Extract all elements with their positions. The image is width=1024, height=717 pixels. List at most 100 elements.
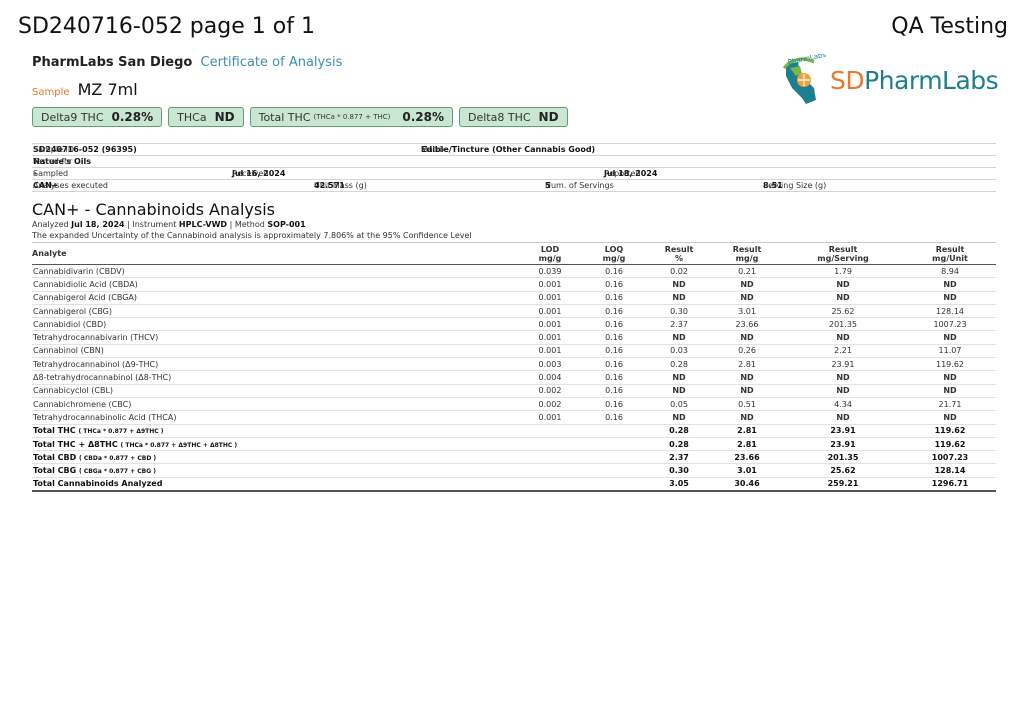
cell-result-pct: 0.30 bbox=[646, 304, 712, 319]
cell-result-unit: 1007.23 bbox=[904, 317, 996, 332]
table-row: Tetrahydrocannabinolic Acid (THCA) 0.001 0… bbox=[32, 410, 996, 425]
cell-analyte: Cannabinol (CBN) bbox=[32, 344, 518, 359]
cell-analyte: Total THC + Δ8THC ( THCa * 0.877 + Δ9THC… bbox=[32, 437, 518, 452]
logo-pharmlabs: PharmLabs bbox=[864, 66, 999, 95]
cell-result-mgg: 30.46 bbox=[712, 477, 782, 493]
cell-result-serving: 2.21 bbox=[782, 344, 904, 359]
cell-result-mgg: 0.51 bbox=[712, 397, 782, 412]
cell-analyte: Total CBG ( CBGa * 0.877 + CBG ) bbox=[32, 463, 518, 478]
cell-result-serving: 4.34 bbox=[782, 397, 904, 412]
col-result-pct: Result% bbox=[646, 242, 712, 265]
logo-sd: SD bbox=[830, 66, 865, 95]
instrument-label: Instrument bbox=[132, 220, 177, 229]
analyses-label: Analyses executed bbox=[33, 181, 108, 190]
col-result-serving: Result mg/Serving bbox=[782, 242, 904, 265]
cell-result-unit: ND bbox=[904, 370, 996, 385]
page-subtitle: QA Testing bbox=[891, 14, 1008, 39]
cell-result-pct: 2.37 bbox=[646, 450, 712, 465]
cell-loq: 0.16 bbox=[582, 410, 646, 425]
table-row: Cannabigerol Acid (CBGA) 0.001 0.16 ND ND ND N… bbox=[32, 291, 996, 305]
badge-formula: (THCa * 0.877 + THC) bbox=[313, 113, 391, 121]
cell-analyte: Tetrahydrocannabinol (Δ9-THC) bbox=[32, 357, 518, 372]
cell-result-pct: ND bbox=[646, 330, 712, 345]
cell-lod: 0.001 bbox=[518, 410, 582, 425]
cell-result-pct: ND bbox=[646, 291, 712, 305]
cell-result-unit: ND bbox=[904, 277, 996, 292]
analysis-title: CAN+ - Cannabinoids Analysis bbox=[32, 200, 275, 219]
cell-result-pct: 0.28 bbox=[646, 424, 712, 438]
cell-result-pct: ND bbox=[646, 370, 712, 385]
col-analyte: Analyte bbox=[32, 242, 518, 265]
cell-result-unit: 1007.23 bbox=[904, 450, 996, 465]
cell-result-mgg: 0.21 bbox=[712, 264, 782, 279]
table-row: Cannabigerol (CBG) 0.001 0.16 0.30 3.01 25.62… bbox=[32, 304, 996, 319]
cell-result-unit: 8.94 bbox=[904, 264, 996, 279]
cell-empty bbox=[582, 424, 646, 438]
total-formula: ( CBGa * 0.877 + CBG ) bbox=[78, 468, 156, 476]
cell-result-pct: ND bbox=[646, 384, 712, 398]
col-header-unit: mg/Serving bbox=[817, 253, 869, 263]
summary-badges: Delta9 THC 0.28% THCa ND Total THC (THCa… bbox=[32, 107, 568, 127]
col-header-unit: mg/g bbox=[538, 253, 562, 263]
lab-line: PharmLabs San Diego Certificate of Analy… bbox=[32, 55, 342, 70]
table-row: Cannabidiolic Acid (CBDA) 0.001 0.16 ND ND ND… bbox=[32, 277, 996, 292]
analysis-info: Analyzed Jul 18, 2024 | Instrument HPLC-… bbox=[32, 220, 306, 229]
badge-value: 0.28% bbox=[402, 110, 445, 124]
method: SOP-001 bbox=[267, 220, 306, 229]
cell-result-unit: ND bbox=[904, 291, 996, 305]
col-header-line: Result bbox=[732, 244, 762, 254]
matrix: Edible/Tincture (Other Cannabis Good) bbox=[421, 145, 596, 154]
meta-row-id: Sample ID SD240716-052 (96395) Matrix Ed… bbox=[32, 143, 996, 156]
cell-result-unit: 11.07 bbox=[904, 344, 996, 359]
col-loq: LOQ mg/g bbox=[582, 242, 646, 265]
col-header-unit: mg/g bbox=[602, 253, 626, 263]
cell-result-pct: 0.28 bbox=[646, 357, 712, 372]
total-row: Total CBD ( CBDa * 0.877 + CBD ) 2.37 23.6… bbox=[32, 450, 996, 465]
cell-result-pct: 3.05 bbox=[646, 477, 712, 493]
cell-analyte: Cannabichromene (CBC) bbox=[32, 397, 518, 412]
cell-loq: 0.16 bbox=[582, 384, 646, 398]
cell-loq: 0.16 bbox=[582, 264, 646, 279]
cell-result-unit: 21.71 bbox=[904, 397, 996, 412]
sampled-label: Sampled bbox=[33, 169, 69, 178]
cell-result-unit: ND bbox=[904, 410, 996, 425]
cell-loq: 0.16 bbox=[582, 370, 646, 385]
cell-result-unit: ND bbox=[904, 384, 996, 398]
badge-value: ND bbox=[538, 110, 559, 124]
cell-result-unit: 128.14 bbox=[904, 463, 996, 478]
cell-loq: 0.16 bbox=[582, 304, 646, 319]
cell-empty bbox=[518, 477, 582, 493]
cell-loq: 0.16 bbox=[582, 330, 646, 345]
sample-line: Sample MZ 7ml bbox=[32, 80, 138, 99]
cell-lod: 0.004 bbox=[518, 370, 582, 385]
received-label: Received bbox=[232, 169, 269, 178]
results-body: Cannabidivarin (CBDV) 0.039 0.16 0.02 0.21 1.… bbox=[32, 264, 996, 493]
cell-lod: 0.001 bbox=[518, 330, 582, 345]
total-label: Total Cannabinoids Analyzed bbox=[33, 479, 163, 489]
reported-label: Reported bbox=[604, 169, 641, 178]
cell-empty bbox=[582, 437, 646, 452]
total-label: Total THC + Δ8THC bbox=[33, 439, 118, 449]
cell-empty bbox=[582, 450, 646, 465]
table-row: Cannabidivarin (CBDV) 0.039 0.16 0.02 0.21 1.… bbox=[32, 264, 996, 279]
cell-result-pct: 0.28 bbox=[646, 437, 712, 452]
total-label: Total CBG bbox=[33, 466, 77, 476]
cell-empty bbox=[518, 424, 582, 438]
cell-result-pct: 0.03 bbox=[646, 344, 712, 359]
cell-result-mgg: ND bbox=[712, 291, 782, 305]
cell-lod: 0.003 bbox=[518, 357, 582, 372]
badge-label: Delta8 THC bbox=[468, 110, 531, 124]
cell-result-serving: ND bbox=[782, 330, 904, 345]
cell-result-mgg: 2.81 bbox=[712, 357, 782, 372]
cell-analyte: Cannabidiol (CBD) bbox=[32, 317, 518, 332]
results-table: Analyte LOD mg/g LOQ mg/g Result% Result mg… bbox=[32, 242, 996, 493]
cell-lod: 0.039 bbox=[518, 264, 582, 279]
analyzed-date: Jul 18, 2024 bbox=[71, 220, 125, 229]
total-row: Total CBG ( CBGa * 0.877 + CBG ) 0.30 3.01… bbox=[32, 463, 996, 478]
total-formula: ( THCa * 0.877 + Δ9THC + Δ8THC ) bbox=[120, 441, 238, 449]
sample-name: MZ 7ml bbox=[77, 80, 138, 99]
cell-result-pct: 0.30 bbox=[646, 463, 712, 478]
cell-empty bbox=[518, 450, 582, 465]
cell-result-mgg: 3.01 bbox=[712, 304, 782, 319]
cell-result-pct: 0.05 bbox=[646, 397, 712, 412]
